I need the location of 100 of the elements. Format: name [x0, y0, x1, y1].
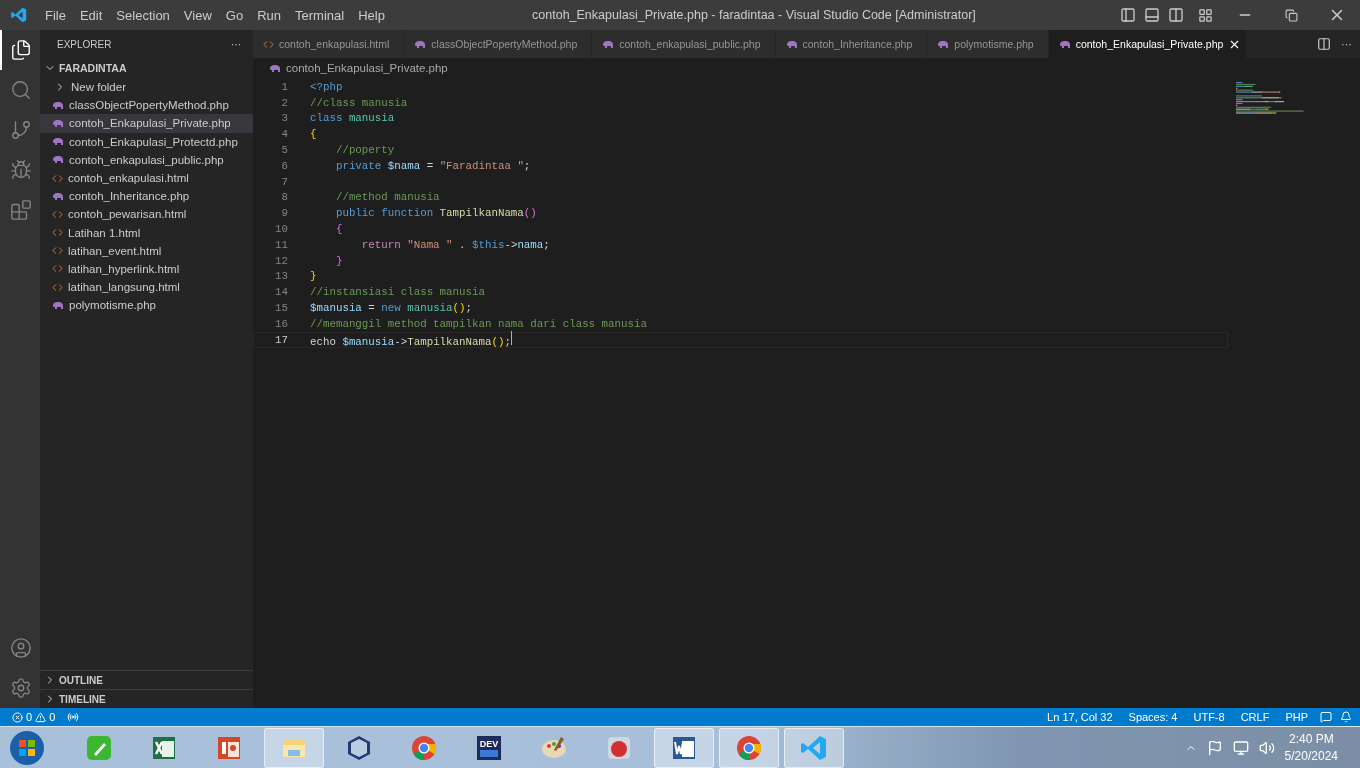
line-number: 6 [280, 159, 288, 172]
explorer-entry[interactable]: polymotisme.php [40, 296, 253, 315]
elephant-icon [52, 137, 64, 147]
line-number: 11 [274, 238, 288, 251]
split-editor-icon[interactable] [1317, 37, 1331, 51]
code-line: //memanggil method tampilkan nama dari class manusia [310, 317, 647, 330]
explorer-entry[interactable]: contoh_Inheritance.php [40, 187, 253, 206]
explorer-entry[interactable]: New folder [40, 78, 253, 97]
search-icon[interactable] [10, 79, 32, 101]
menu-item[interactable]: Edit [72, 7, 110, 23]
code-line: echo $manusia->TampilkanNama(); [310, 331, 512, 349]
code-line: class manusia [310, 112, 395, 125]
code-icon [52, 172, 63, 184]
explorer-entry[interactable]: contoh_Enkapulasi_Private.php [40, 114, 253, 133]
editor-tab[interactable]: contoh_enkapulasi_public.php [592, 30, 776, 58]
problems-status[interactable]: 0 0 [8, 711, 60, 723]
editor-tab[interactable]: contoh_Inheritance.php [775, 30, 928, 58]
elephant-icon [52, 118, 64, 128]
menu-item[interactable]: View [176, 7, 219, 23]
editor-tab[interactable]: contoh_enkapulasi.html [253, 30, 405, 58]
menu-item[interactable]: Go [218, 7, 251, 23]
bell-icon[interactable] [1340, 711, 1352, 723]
editor-tab[interactable]: polymotisme.php [927, 30, 1049, 58]
elephant-icon [52, 300, 64, 310]
line-number: 1 [280, 80, 288, 93]
code-line: public function TampilkanNama() [334, 207, 537, 220]
settings-icon[interactable] [10, 677, 32, 699]
line-number: 15 [274, 302, 288, 315]
volume-icon[interactable] [1258, 739, 1275, 756]
more-actions[interactable]: ··· [231, 38, 241, 50]
split-toggle-icon[interactable] [1168, 7, 1184, 23]
explorer-entry[interactable]: contoh_enkapulasi_public.php [40, 150, 253, 169]
line-number: 14 [274, 286, 288, 299]
line-number: 7 [280, 175, 288, 188]
network-icon[interactable] [1232, 739, 1249, 756]
status-item[interactable]: CRLF [1236, 711, 1274, 723]
code-line: //poperty [334, 144, 395, 157]
code-editor-logo [10, 6, 28, 24]
status-item[interactable]: Ln 17, Col 32 [1043, 711, 1117, 723]
elephant-icon [937, 39, 950, 49]
explorer-entry[interactable]: latihan_hyperlink.html [40, 259, 253, 279]
explorer-entry[interactable]: contoh_pewarisan.html [40, 205, 253, 224]
line-number: 17 [274, 333, 288, 346]
minimap-drawing [1236, 82, 1304, 114]
sidebar-title: EXPLORER [57, 38, 112, 50]
extensions-icon[interactable] [10, 199, 32, 221]
code-line: //class manusia [310, 96, 408, 109]
files-icon[interactable] [10, 39, 32, 61]
feedback-icon[interactable] [1320, 711, 1332, 723]
elephant-icon [785, 39, 798, 49]
flag-icon[interactable] [1206, 739, 1223, 756]
code-line: $manusia = new manusia(); [310, 302, 473, 315]
branch-icon[interactable] [10, 119, 32, 141]
breadcrumb-item[interactable]: contoh_Enkapulasi_Private.php [286, 62, 448, 74]
menu-item[interactable]: File [38, 7, 73, 23]
elephant-icon [414, 39, 427, 49]
window-title: contoh_Enkapulasi_Private.php - faradintaa - Visual Studio Code [Administrator] [531, 8, 977, 22]
layout-icon[interactable] [1197, 7, 1213, 23]
line-number: 4 [280, 128, 288, 141]
code-line: private $nama = "Faradintaa "; [334, 159, 531, 172]
explorer-entry[interactable]: classObjectPopertyMethod.php [40, 96, 253, 115]
line-number: 8 [280, 191, 288, 204]
section-header[interactable]: OUTLINE [40, 670, 253, 689]
explorer-entry[interactable]: contoh_enkapulasi.html [40, 168, 253, 188]
elephant-icon [52, 155, 64, 165]
sidebar-toggle-icon[interactable] [1120, 7, 1136, 23]
line-number: 12 [274, 254, 288, 267]
warning-icon [35, 711, 47, 723]
explorer-entry[interactable]: Latihan 1.html [40, 223, 253, 242]
explorer-entry[interactable]: latihan_event.html [40, 241, 253, 260]
error-icon [12, 711, 23, 723]
explorer-entry[interactable]: contoh_Enkapulasi_Protectd.php [40, 132, 253, 151]
panel-toggle-icon[interactable] [1144, 7, 1160, 23]
status-item[interactable]: PHP [1281, 711, 1312, 723]
bug-icon[interactable] [10, 159, 32, 181]
folder-name[interactable]: FARADINTAA [59, 62, 127, 74]
code-icon [52, 227, 63, 239]
editor-tab[interactable]: classObjectPopertyMethod.php [404, 30, 593, 58]
broadcast-icon[interactable] [67, 711, 80, 723]
line-number: 5 [280, 144, 288, 157]
elephant-icon [1058, 39, 1071, 49]
line-number: 16 [274, 317, 288, 330]
menu-item[interactable]: Selection [109, 7, 177, 23]
more-actions[interactable]: ··· [1341, 38, 1352, 50]
code-line: //instansiasi class manusia [310, 286, 485, 299]
menu-item[interactable]: Help [351, 7, 392, 23]
status-item[interactable]: UTF-8 [1189, 711, 1229, 723]
account-icon[interactable] [10, 637, 32, 659]
line-number: 3 [280, 112, 288, 125]
elephant-icon [52, 100, 64, 110]
code-icon [263, 38, 274, 50]
editor-tab[interactable]: contoh_Enkapulasi_Private.php [1048, 30, 1248, 58]
restore-icon[interactable] [1284, 8, 1298, 22]
menu-item[interactable]: Run [250, 7, 288, 23]
status-item[interactable]: Spaces: 4 [1124, 711, 1182, 723]
line-number: 13 [274, 270, 288, 283]
explorer-entry[interactable]: latihan_langsung.html [40, 278, 253, 297]
code-icon [52, 208, 63, 220]
elephant-icon [269, 63, 281, 73]
menu-item[interactable]: Terminal [288, 7, 352, 23]
